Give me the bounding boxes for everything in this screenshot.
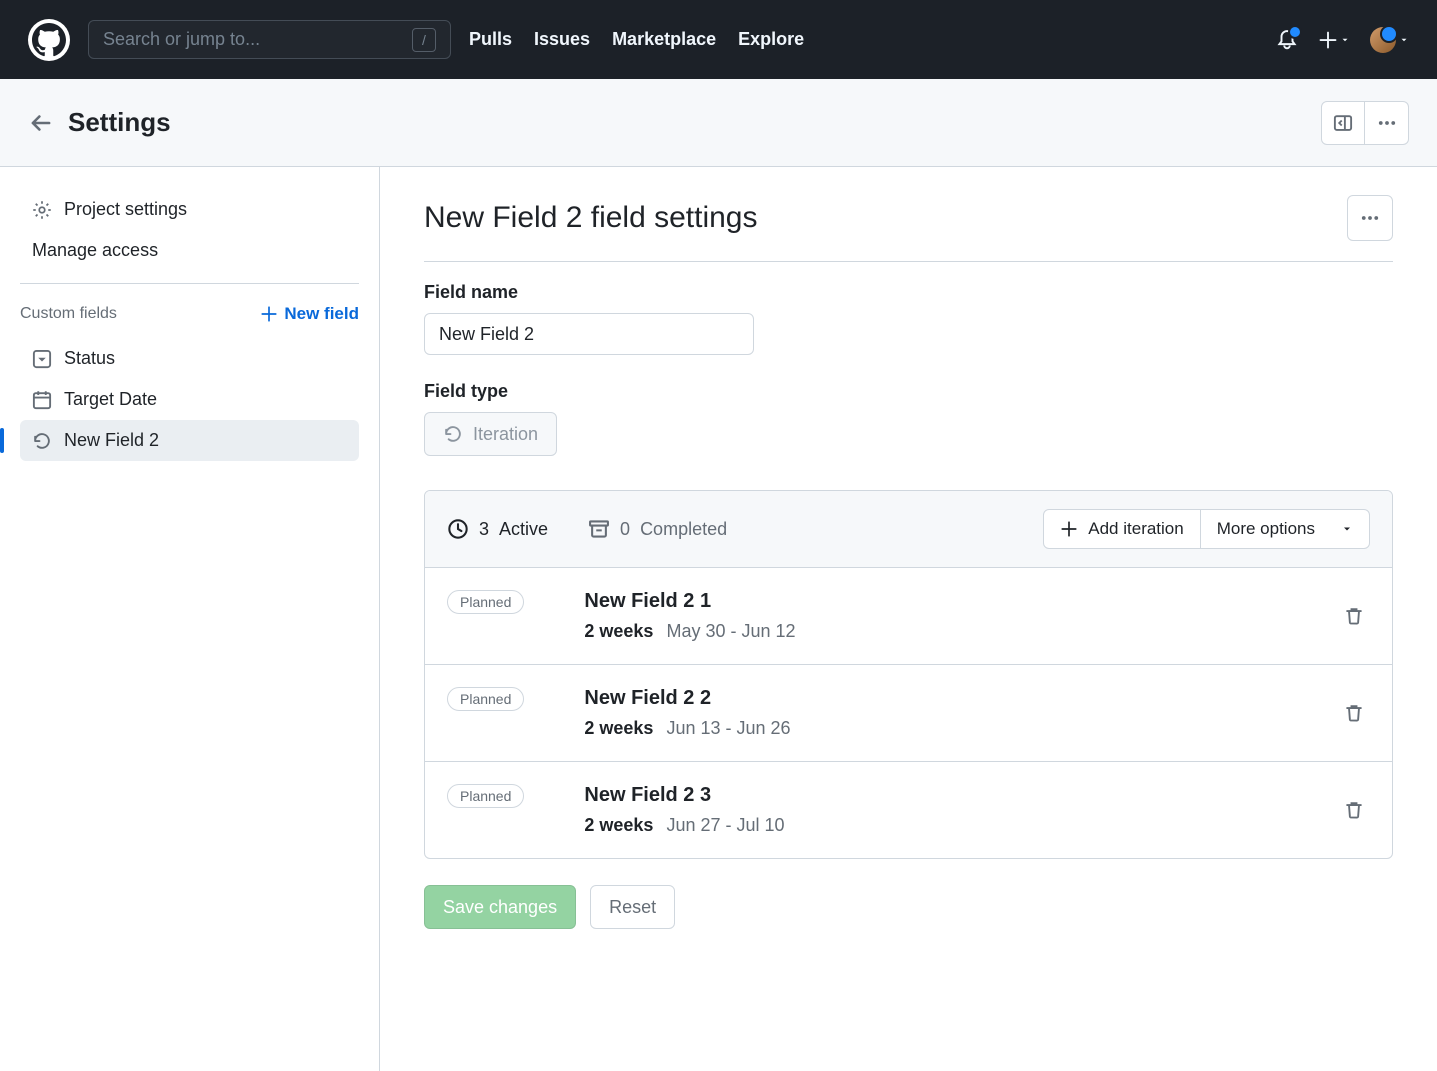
sidebar-item-project-settings[interactable]: Project settings — [20, 189, 359, 230]
planned-badge: Planned — [447, 590, 524, 614]
iteration-meta: 2 weeks Jun 13 - Jun 26 — [584, 718, 790, 739]
archive-icon — [588, 518, 610, 540]
iteration-icon — [443, 424, 463, 444]
sidebar-item-label: Project settings — [64, 199, 187, 220]
gear-icon — [32, 200, 52, 220]
sidebar-field-label: New Field 2 — [64, 430, 159, 451]
iterations-list: Planned New Field 2 1 2 weeks May 30 - J… — [425, 568, 1392, 858]
iteration-name: New Field 2 3 — [584, 784, 784, 807]
field-name-input[interactable] — [424, 313, 754, 355]
field-type-label: Field type — [424, 381, 1393, 402]
plus-icon — [260, 305, 278, 323]
completed-count: 0 — [620, 519, 630, 540]
iteration-row: Planned New Field 2 3 2 weeks Jun 27 - J… — [425, 762, 1392, 858]
github-logo-icon[interactable] — [28, 19, 70, 61]
nav-right — [1276, 27, 1409, 53]
notification-dot-icon — [1288, 25, 1302, 39]
main-header: New Field 2 field settings — [424, 195, 1393, 262]
avatar — [1370, 27, 1396, 53]
sidebar-field-label: Target Date — [64, 389, 157, 410]
sidebar-custom-fields-header: Custom fields New field — [20, 302, 359, 332]
iteration-body: New Field 2 2 2 weeks Jun 13 - Jun 26 — [584, 687, 790, 739]
iterations-panel: 3 Active 0 Completed Add iteration — [424, 490, 1393, 859]
more-menu-button[interactable] — [1365, 101, 1409, 145]
field-more-menu-button[interactable] — [1347, 195, 1393, 241]
global-nav: Search or jump to... / Pulls Issues Mark… — [0, 0, 1437, 79]
user-menu-button[interactable] — [1370, 27, 1409, 53]
planned-badge: Planned — [447, 784, 524, 808]
subheader-right — [1321, 101, 1409, 145]
nav-link-issues[interactable]: Issues — [534, 29, 590, 50]
reset-button[interactable]: Reset — [590, 885, 675, 929]
settings-sidebar: Project settings Manage access Custom fi… — [0, 167, 380, 1071]
plus-icon — [1060, 520, 1078, 538]
iteration-meta: 2 weeks Jun 27 - Jul 10 — [584, 815, 784, 836]
completed-iterations-tab[interactable]: 0 Completed — [588, 518, 727, 540]
delete-iteration-button[interactable] — [1338, 794, 1370, 826]
iteration-meta: 2 weeks May 30 - Jun 12 — [584, 621, 795, 642]
subheader-left: Settings — [28, 107, 171, 138]
new-field-label: New field — [284, 304, 359, 324]
iterations-header: 3 Active 0 Completed Add iteration — [425, 491, 1392, 568]
delete-iteration-button[interactable] — [1338, 697, 1370, 729]
iteration-name: New Field 2 2 — [584, 687, 790, 710]
field-name-group: Field name — [424, 282, 1393, 355]
iterations-header-actions: Add iteration More options — [1043, 509, 1370, 549]
nav-link-explore[interactable]: Explore — [738, 29, 804, 50]
clock-icon — [447, 518, 469, 540]
sidebar-item-label: Manage access — [32, 240, 158, 261]
nav-links: Pulls Issues Marketplace Explore — [469, 29, 804, 50]
new-field-button[interactable]: New field — [260, 304, 359, 324]
field-name-label: Field name — [424, 282, 1393, 303]
sidebar-field-target-date[interactable]: Target Date — [20, 379, 359, 420]
form-footer: Save changes Reset — [424, 885, 1393, 929]
nav-link-marketplace[interactable]: Marketplace — [612, 29, 716, 50]
back-arrow-icon[interactable] — [28, 110, 54, 136]
more-options-button[interactable]: More options — [1201, 509, 1370, 549]
project-subheader: Settings — [0, 79, 1437, 167]
sidebar-field-label: Status — [64, 348, 115, 369]
field-type-group: Field type Iteration — [424, 381, 1393, 456]
create-new-button[interactable] — [1318, 30, 1350, 50]
completed-label: Completed — [640, 519, 727, 540]
field-type-value: Iteration — [473, 424, 538, 445]
single-select-icon — [32, 349, 52, 369]
save-button[interactable]: Save changes — [424, 885, 576, 929]
panel-toggle-button[interactable] — [1321, 101, 1365, 145]
settings-main: New Field 2 field settings Field name Fi… — [380, 167, 1437, 1071]
settings-layout: Project settings Manage access Custom fi… — [0, 167, 1437, 1071]
add-iteration-button[interactable]: Add iteration — [1043, 509, 1200, 549]
iteration-row: Planned New Field 2 2 2 weeks Jun 13 - J… — [425, 665, 1392, 762]
nav-link-pulls[interactable]: Pulls — [469, 29, 512, 50]
custom-fields-label: Custom fields — [20, 305, 117, 323]
search-slash-key: / — [412, 28, 436, 52]
page-title: Settings — [68, 107, 171, 138]
sidebar-field-status[interactable]: Status — [20, 338, 359, 379]
iteration-body: New Field 2 1 2 weeks May 30 - Jun 12 — [584, 590, 795, 642]
calendar-icon — [32, 390, 52, 410]
active-label: Active — [499, 519, 548, 540]
sidebar-item-manage-access[interactable]: Manage access — [20, 230, 359, 271]
iteration-name: New Field 2 1 — [584, 590, 795, 613]
iteration-row: Planned New Field 2 1 2 weeks May 30 - J… — [425, 568, 1392, 665]
iteration-body: New Field 2 3 2 weeks Jun 27 - Jul 10 — [584, 784, 784, 836]
active-iterations-tab[interactable]: 3 Active — [447, 518, 548, 540]
sidebar-field-new-field-2[interactable]: New Field 2 — [20, 420, 359, 461]
main-title: New Field 2 field settings — [424, 201, 758, 235]
notifications-button[interactable] — [1276, 29, 1298, 51]
field-type-display: Iteration — [424, 412, 557, 456]
search-input[interactable]: Search or jump to... / — [88, 20, 451, 59]
iteration-icon — [32, 431, 52, 451]
planned-badge: Planned — [447, 687, 524, 711]
active-count: 3 — [479, 519, 489, 540]
more-options-label: More options — [1217, 519, 1315, 539]
sidebar-separator — [20, 283, 359, 284]
chevron-down-icon — [1341, 523, 1353, 535]
delete-iteration-button[interactable] — [1338, 600, 1370, 632]
add-iteration-label: Add iteration — [1088, 519, 1183, 539]
search-placeholder: Search or jump to... — [103, 29, 260, 50]
